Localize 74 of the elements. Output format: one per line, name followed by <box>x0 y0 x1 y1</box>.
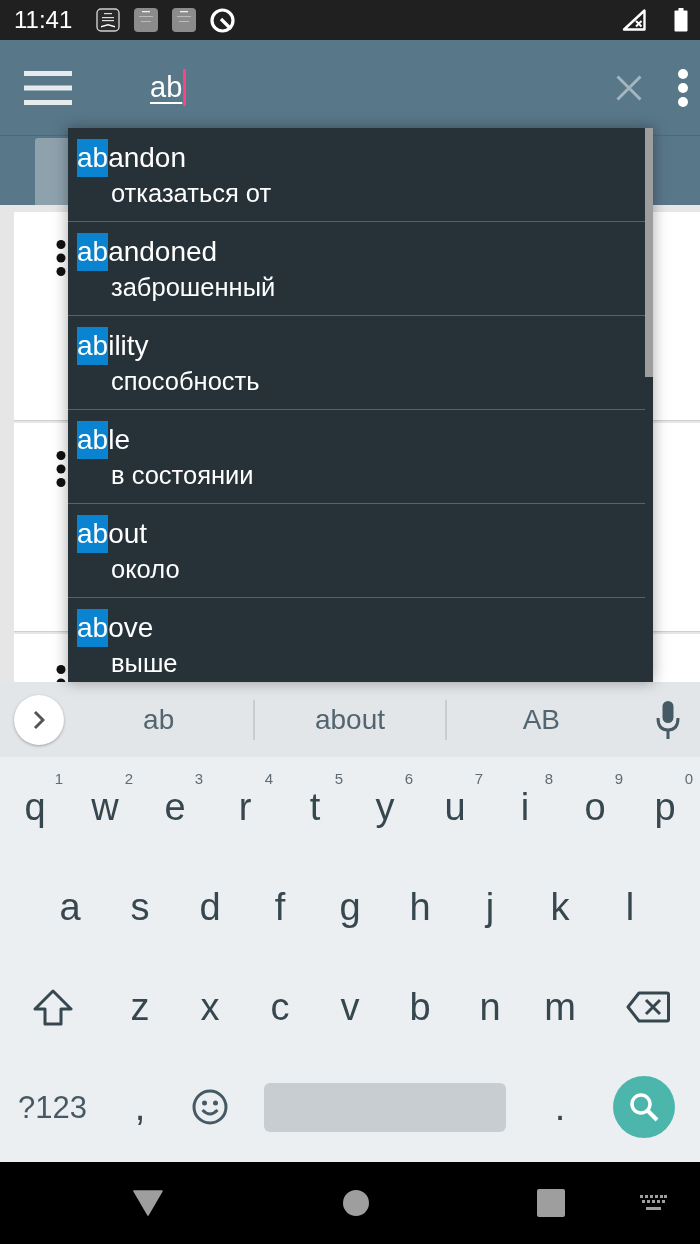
key-number-hint: 3 <box>194 771 203 786</box>
menu-icon <box>24 70 72 105</box>
key[interactable]: m <box>525 957 595 1057</box>
key[interactable]: z <box>105 957 175 1057</box>
key[interactable]: . <box>525 1057 595 1157</box>
key[interactable]: v <box>315 957 385 1057</box>
suggestion-word: above <box>77 609 154 647</box>
key-number-hint: 8 <box>544 771 553 786</box>
key[interactable]: s <box>105 857 175 957</box>
app-notification-icon <box>96 8 121 32</box>
suggestion-word: abandon <box>77 139 187 177</box>
kebab-menu-icon[interactable] <box>56 451 66 487</box>
key-number-hint: 0 <box>684 771 693 786</box>
keyboard-icon[interactable] <box>640 1195 667 1211</box>
suggestion-item[interactable]: about около <box>68 504 645 598</box>
word-suggestion[interactable]: ab <box>64 694 254 745</box>
suggestion-item[interactable]: ability способность <box>68 316 645 410</box>
suggestion-item[interactable]: abandon отказаться от <box>68 128 645 222</box>
key-number-hint: 6 <box>404 771 413 786</box>
kebab-menu-icon[interactable] <box>56 240 66 276</box>
key[interactable]: d <box>175 857 245 957</box>
close-icon <box>616 74 642 101</box>
key-number-hint: 1 <box>54 771 63 786</box>
home-icon[interactable] <box>343 1190 369 1216</box>
status-time: 11:41 <box>14 5 73 35</box>
key[interactable]: k <box>525 857 595 957</box>
microphone-icon <box>656 700 680 739</box>
key[interactable]: b <box>385 957 455 1057</box>
back-icon[interactable] <box>133 1190 163 1216</box>
key[interactable]: , <box>105 1057 175 1157</box>
key-number-hint: 9 <box>614 771 623 786</box>
symbols-key[interactable]: ?123 <box>0 1057 105 1157</box>
key-number-hint: 5 <box>334 771 343 786</box>
shift-icon <box>32 988 73 1026</box>
suggestion-word: abandoned <box>77 233 218 271</box>
kebab-menu-icon[interactable] <box>56 664 66 682</box>
key[interactable]: l <box>595 857 665 957</box>
key[interactable]: f <box>245 857 315 957</box>
suggestion-translation: заброшенный <box>111 272 276 303</box>
key-number-hint: 4 <box>264 771 273 786</box>
suggestion-item[interactable]: able в состоянии <box>68 410 645 504</box>
battery-icon <box>674 8 688 32</box>
suggestion-translation: способность <box>111 366 260 397</box>
expand-toolbar-button[interactable] <box>14 694 64 745</box>
key[interactable]: c <box>245 957 315 1057</box>
scrollbar-thumb[interactable] <box>645 128 653 377</box>
key[interactable]: j <box>455 857 525 957</box>
word-suggestion[interactable]: AB <box>446 694 636 745</box>
suggestion-item[interactable]: abandoned заброшенный <box>68 222 645 316</box>
suggestion-translation: отказаться от <box>111 178 272 209</box>
suggestion-item[interactable]: above выше <box>68 598 645 682</box>
suggestion-word: able <box>77 421 130 459</box>
key[interactable]: n <box>455 957 525 1057</box>
key[interactable]: x <box>175 957 245 1057</box>
app-notification-icon <box>134 8 159 32</box>
key-number-hint: 2 <box>124 771 133 786</box>
suggestion-translation: в состоянии <box>111 460 254 491</box>
key-number-hint: 7 <box>474 771 483 786</box>
suggestion-translation: выше <box>111 648 178 679</box>
text-cursor <box>183 69 187 106</box>
key[interactable]: g <box>315 857 385 957</box>
suggestion-word: about <box>77 515 148 553</box>
smiley-icon <box>192 1089 228 1125</box>
app-notification-icon <box>172 8 197 32</box>
backspace-icon <box>625 991 670 1023</box>
key[interactable]: h <box>385 857 455 957</box>
key[interactable]: a <box>35 857 105 957</box>
signal-icon <box>622 9 646 31</box>
word-suggestion[interactable]: about <box>255 694 445 745</box>
suggestion-translation: около <box>111 554 180 585</box>
kebab-menu-icon <box>678 68 688 107</box>
chevron-right-icon <box>33 709 45 730</box>
search-icon <box>629 1092 659 1122</box>
suggestion-word: ability <box>77 327 149 365</box>
